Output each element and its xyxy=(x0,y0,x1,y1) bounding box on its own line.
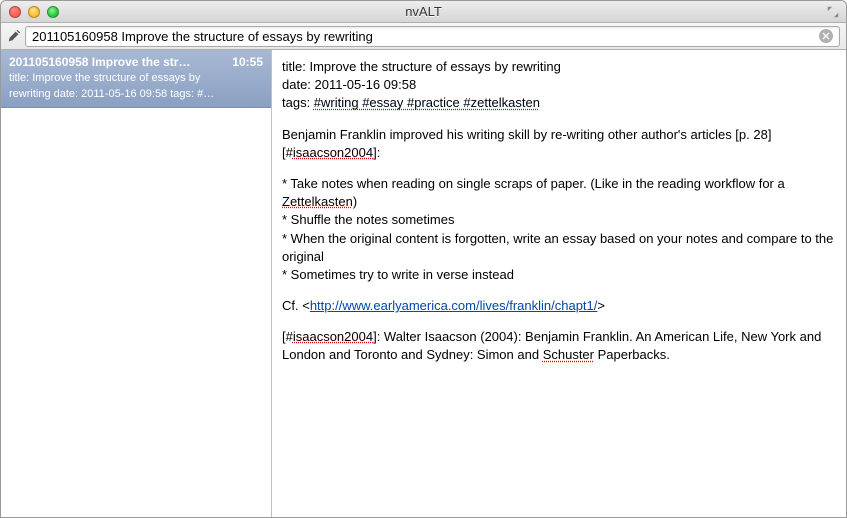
close-window-button[interactable] xyxy=(9,6,21,18)
bullet-4: * Sometimes try to write in verse instea… xyxy=(282,266,836,284)
minimize-window-button[interactable] xyxy=(28,6,40,18)
note-item-time: 10:55 xyxy=(232,54,263,70)
search-input[interactable] xyxy=(32,29,819,44)
search-field[interactable] xyxy=(25,26,840,47)
note-list[interactable]: 201105160958 Improve the str… 10:55 titl… xyxy=(1,50,272,517)
bullet-3: * When the original content is forgotten… xyxy=(282,230,836,266)
bullet-1: * Take notes when reading on single scra… xyxy=(282,175,836,211)
bullet-2: * Shuffle the notes sometimes xyxy=(282,211,836,229)
cf-line: Cf. <http://www.earlyamerica.com/lives/f… xyxy=(282,297,836,315)
window-title: nvALT xyxy=(7,4,840,19)
titlebar[interactable]: nvALT xyxy=(1,1,846,23)
meta-title: title: Improve the structure of essays b… xyxy=(282,58,836,76)
note-list-item[interactable]: 201105160958 Improve the str… 10:55 titl… xyxy=(1,50,271,108)
note-item-preview: rewriting date: 2011-05-16 09:58 tags: #… xyxy=(9,87,263,102)
reference: [#isaacson2004]: Walter Isaacson (2004):… xyxy=(282,328,836,364)
search-bar xyxy=(1,23,846,50)
meta-date: date: 2011-05-16 09:58 xyxy=(282,76,836,94)
note-item-preview: title: Improve the structure of essays b… xyxy=(9,71,263,86)
clear-search-button[interactable] xyxy=(819,29,833,43)
main-split: 201105160958 Improve the str… 10:55 titl… xyxy=(1,50,846,517)
traffic-lights xyxy=(9,6,59,18)
zoom-window-button[interactable] xyxy=(47,6,59,18)
note-item-title: 201105160958 Improve the str… xyxy=(9,54,190,70)
meta-tags-line: tags: #writing #essay #practice #zettelk… xyxy=(282,94,836,112)
fullscreen-icon[interactable] xyxy=(826,5,840,19)
close-icon xyxy=(822,32,830,40)
intro-paragraph: Benjamin Franklin improved his writing s… xyxy=(282,126,836,162)
app-window: nvALT 201105160958 Improve the str… 10:5… xyxy=(0,0,847,518)
editor[interactable]: title: Improve the structure of essays b… xyxy=(272,50,846,517)
reference-link[interactable]: http://www.earlyamerica.com/lives/frankl… xyxy=(310,298,598,313)
pencil-icon xyxy=(7,29,21,43)
